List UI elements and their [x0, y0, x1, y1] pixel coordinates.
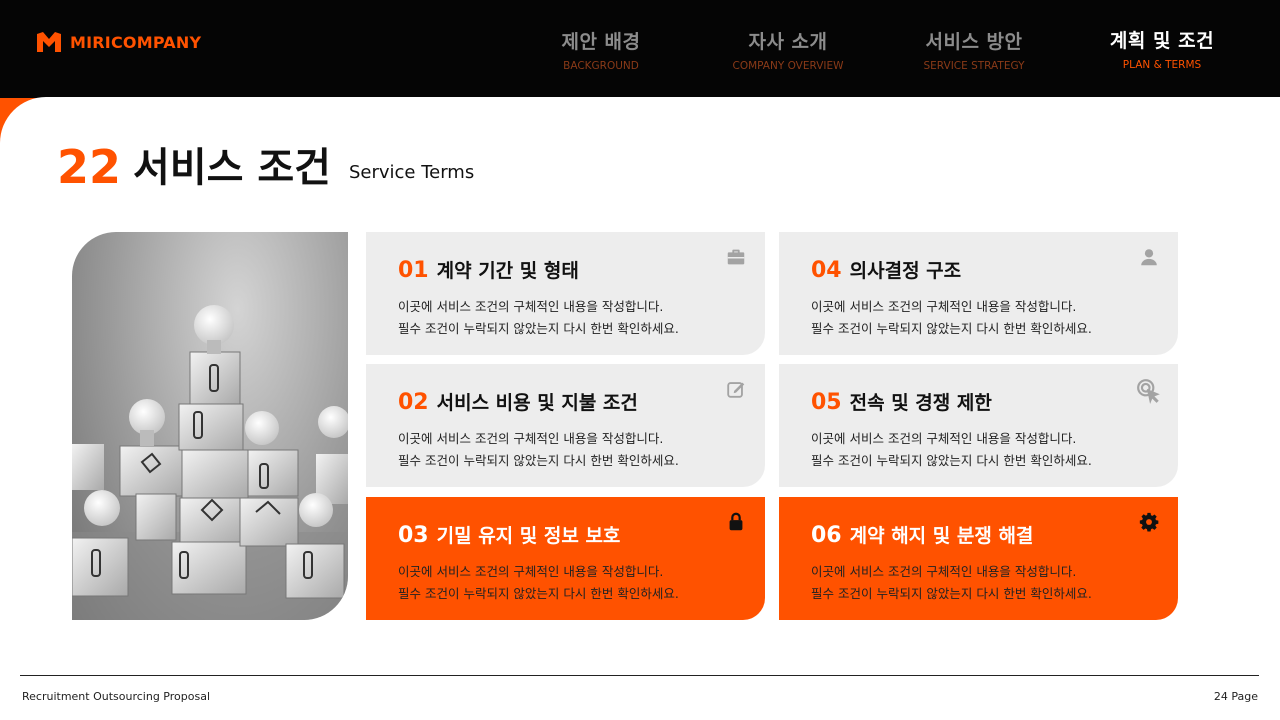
card-description: 이곳에 서비스 조건의 구체적인 내용을 작성합니다. 필수 조건이 누락되지 … — [398, 428, 765, 472]
term-card-06[interactable]: 06 계약 해지 및 분쟁 해결 이곳에 서비스 조건의 구체적인 내용을 작성… — [779, 497, 1178, 620]
nav-item-label: 서비스 방안 — [925, 31, 1023, 53]
top-navigation: 제안 배경 BACKGROUND 자사 소개 COMPANY OVERVIEW … — [0, 27, 1280, 77]
card-desc-line: 이곳에 서비스 조건의 구체적인 내용을 작성합니다. — [811, 564, 1077, 579]
card-heading: 계약 기간 및 형태 — [436, 260, 579, 282]
blocks-illustration — [72, 305, 348, 620]
card-heading: 기밀 유지 및 정보 보호 — [436, 525, 621, 547]
footer-document-title: Recruitment Outsourcing Proposal — [22, 690, 210, 703]
title-korean: 서비스 조건 — [133, 145, 331, 191]
card-title: 01 계약 기간 및 형태 — [398, 256, 765, 283]
term-card-03[interactable]: 03 기밀 유지 및 정보 보호 이곳에 서비스 조건의 구체적인 내용을 작성… — [366, 497, 765, 620]
card-description: 이곳에 서비스 조건의 구체적인 내용을 작성합니다. 필수 조건이 누락되지 … — [811, 561, 1178, 605]
nav-item-sublabel: SERVICE STRATEGY — [923, 60, 1025, 72]
light-bulb-blocks-image — [72, 232, 348, 620]
nav-item-company-overview[interactable]: 자사 소개 COMPANY OVERVIEW — [718, 27, 858, 72]
person-icon — [1141, 249, 1157, 266]
nav-item-sublabel: COMPANY OVERVIEW — [732, 60, 844, 72]
title-english: Service Terms — [348, 162, 475, 183]
card-heading: 계약 해지 및 분쟁 해결 — [849, 525, 1034, 547]
card-number: 02 — [398, 390, 429, 415]
card-desc-line: 필수 조건이 누락되지 않았는지 다시 한번 확인하세요. — [811, 586, 1092, 601]
card-desc-line: 필수 조건이 누락되지 않았는지 다시 한번 확인하세요. — [398, 321, 679, 336]
card-title: 05 전속 및 경쟁 제한 — [811, 388, 1178, 415]
card-number: 06 — [811, 523, 842, 548]
card-desc-line: 필수 조건이 누락되지 않았는지 다시 한번 확인하세요. — [811, 321, 1092, 336]
nav-item-label: 제안 배경 — [561, 31, 641, 53]
nav-item-background[interactable]: 제안 배경 BACKGROUND — [548, 27, 654, 72]
card-desc-line: 이곳에 서비스 조건의 구체적인 내용을 작성합니다. — [398, 299, 664, 314]
nav-item-sublabel: PLAN & TERMS — [1122, 59, 1202, 71]
card-number: 04 — [811, 258, 842, 283]
edit-icon — [727, 382, 745, 398]
card-title: 04 의사결정 구조 — [811, 256, 1178, 283]
section-number: 22 — [57, 140, 122, 194]
card-description: 이곳에 서비스 조건의 구체적인 내용을 작성합니다. 필수 조건이 누락되지 … — [398, 561, 765, 605]
card-title: 03 기밀 유지 및 정보 보호 — [398, 521, 765, 548]
card-title: 02 서비스 비용 및 지불 조건 — [398, 388, 765, 415]
card-number: 05 — [811, 390, 842, 415]
card-desc-line: 필수 조건이 누락되지 않았는지 다시 한번 확인하세요. — [398, 586, 679, 601]
card-heading: 의사결정 구조 — [849, 260, 962, 282]
term-card-01[interactable]: 01 계약 기간 및 형태 이곳에 서비스 조건의 구체적인 내용을 작성합니다… — [366, 232, 765, 355]
card-desc-line: 필수 조건이 누락되지 않았는지 다시 한번 확인하세요. — [398, 453, 679, 468]
card-desc-line: 이곳에 서비스 조건의 구체적인 내용을 작성합니다. — [811, 299, 1077, 314]
card-description: 이곳에 서비스 조건의 구체적인 내용을 작성합니다. 필수 조건이 누락되지 … — [398, 296, 765, 340]
card-desc-line: 이곳에 서비스 조건의 구체적인 내용을 작성합니다. — [398, 564, 664, 579]
term-card-02[interactable]: 02 서비스 비용 및 지불 조건 이곳에 서비스 조건의 구체적인 내용을 작… — [366, 364, 765, 487]
briefcase-icon — [727, 249, 745, 265]
cursor-click-icon — [1137, 379, 1160, 404]
card-heading: 서비스 비용 및 지불 조건 — [436, 392, 638, 414]
nav-item-label: 자사 소개 — [748, 31, 828, 53]
gear-icon — [1139, 512, 1159, 532]
page-title: 22 서비스 조건 Service Terms — [57, 144, 474, 190]
nav-item-label: 계획 및 조건 — [1109, 30, 1215, 52]
footer-page-number: 24 Page — [1213, 690, 1258, 703]
card-description: 이곳에 서비스 조건의 구체적인 내용을 작성합니다. 필수 조건이 누락되지 … — [811, 296, 1178, 340]
card-desc-line: 이곳에 서비스 조건의 구체적인 내용을 작성합니다. — [398, 431, 664, 446]
card-desc-line: 이곳에 서비스 조건의 구체적인 내용을 작성합니다. — [811, 431, 1077, 446]
card-description: 이곳에 서비스 조건의 구체적인 내용을 작성합니다. 필수 조건이 누락되지 … — [811, 428, 1178, 472]
footer-divider — [20, 675, 1259, 676]
term-card-05[interactable]: 05 전속 및 경쟁 제한 이곳에 서비스 조건의 구체적인 내용을 작성합니다… — [779, 364, 1178, 487]
nav-item-plan-terms[interactable]: 계획 및 조건 PLAN & TERMS — [1096, 26, 1228, 71]
card-number: 03 — [398, 523, 429, 548]
card-desc-line: 필수 조건이 누락되지 않았는지 다시 한번 확인하세요. — [811, 453, 1092, 468]
lock-icon — [729, 512, 743, 531]
card-number: 01 — [398, 258, 429, 283]
card-title: 06 계약 해지 및 분쟁 해결 — [811, 521, 1178, 548]
term-card-04[interactable]: 04 의사결정 구조 이곳에 서비스 조건의 구체적인 내용을 작성합니다. 필… — [779, 232, 1178, 355]
slide-page: MIRICOMPANY 제안 배경 BACKGROUND 자사 소개 COMPA… — [0, 0, 1280, 720]
card-heading: 전속 및 경쟁 제한 — [849, 392, 992, 414]
header-bar: MIRICOMPANY 제안 배경 BACKGROUND 자사 소개 COMPA… — [0, 0, 1280, 98]
nav-item-service-strategy[interactable]: 서비스 방안 SERVICE STRATEGY — [906, 27, 1042, 72]
nav-item-sublabel: BACKGROUND — [563, 60, 639, 72]
